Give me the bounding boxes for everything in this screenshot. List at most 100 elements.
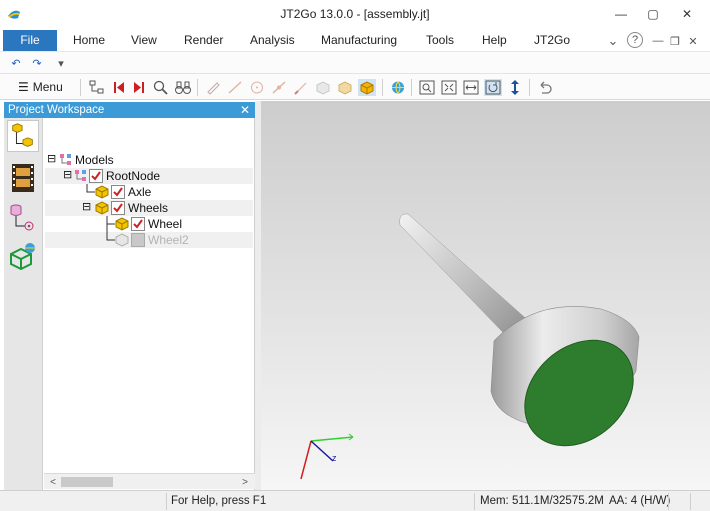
- tree-row-rootnode[interactable]: ⊟ RootNode: [45, 168, 253, 184]
- minimize-doc-icon[interactable]: —: [651, 32, 665, 50]
- measure-icon[interactable]: [270, 79, 288, 96]
- expander-icon[interactable]: ⊟: [82, 200, 91, 213]
- circle-markup-icon[interactable]: [248, 79, 266, 96]
- minimize-button[interactable]: —: [606, 4, 636, 24]
- panel-icon-column: [4, 118, 43, 490]
- part-select-icon[interactable]: [358, 79, 376, 96]
- undo-icon[interactable]: ↶: [9, 56, 23, 70]
- models-icon: [60, 154, 71, 165]
- tree-row-wheel[interactable]: Wheel: [45, 216, 253, 232]
- ribbon-tabs: File Home View Render Analysis Manufactu…: [0, 30, 710, 51]
- menu-button[interactable]: ☰ Menu: [18, 79, 63, 95]
- box-open-icon[interactable]: [336, 79, 354, 96]
- next-icon[interactable]: [130, 79, 148, 96]
- tree-row-wheels[interactable]: ⊟ Wheels: [45, 200, 253, 216]
- status-bar: For Help, press F1 Mem: 511.1M/32575.2M …: [0, 490, 710, 511]
- tab-manufacturing[interactable]: Manufacturing: [321, 30, 397, 51]
- previous-icon[interactable]: [110, 79, 128, 96]
- close-button[interactable]: ✕: [672, 4, 702, 24]
- wheel-shape[interactable]: [490, 306, 654, 467]
- rotate-icon[interactable]: [484, 79, 502, 96]
- part-disabled-icon: [115, 233, 129, 247]
- tree-row-models[interactable]: ⊟ Models: [45, 152, 253, 168]
- tab-view[interactable]: View: [131, 30, 157, 51]
- box-shaded-icon[interactable]: [314, 79, 332, 96]
- scroll-left-icon[interactable]: <: [46, 475, 60, 489]
- window-restore-icon[interactable]: ❐: [668, 32, 682, 50]
- tree-label: Wheel: [148, 217, 183, 231]
- axle-shape[interactable]: [399, 213, 532, 346]
- tree-row-axle[interactable]: Axle: [45, 184, 253, 200]
- fit-all-icon[interactable]: [440, 79, 458, 96]
- 3d-viewport[interactable]: z: [261, 101, 710, 490]
- triad-z-label: z: [332, 453, 337, 463]
- binoculars-icon[interactable]: [174, 79, 192, 96]
- assembly-tree-icon[interactable]: [88, 79, 106, 96]
- tab-file[interactable]: File: [3, 30, 57, 51]
- checkbox-checked-icon[interactable]: [111, 201, 125, 215]
- tree-label: Axle: [128, 185, 152, 199]
- checkbox-unchecked-icon[interactable]: [131, 233, 145, 247]
- globe-icon[interactable]: [389, 79, 407, 96]
- status-help-text: For Help, press F1: [171, 495, 267, 507]
- tab-tools[interactable]: Tools: [426, 30, 454, 51]
- toolbar-separator: [382, 79, 383, 96]
- tree-horizontal-scrollbar[interactable]: < >: [44, 473, 255, 489]
- tab-render[interactable]: Render: [184, 30, 223, 51]
- markup-icon[interactable]: [204, 79, 222, 96]
- expander-icon[interactable]: ⊟: [63, 168, 72, 181]
- checkbox-checked-icon[interactable]: [89, 169, 103, 183]
- tree-label: Wheels: [128, 201, 169, 215]
- expander-icon[interactable]: ⊟: [47, 152, 56, 165]
- chevron-down-icon[interactable]: ⌄: [606, 32, 620, 50]
- part-icon: [95, 185, 109, 199]
- tab-jt2go[interactable]: JT2Go: [534, 30, 570, 51]
- customize-qat-icon[interactable]: ▾: [54, 56, 68, 70]
- main-toolbar: ☰ Menu: [0, 74, 710, 100]
- line-icon[interactable]: [226, 79, 244, 96]
- film-strip-icon[interactable]: [7, 162, 39, 194]
- redo-icon[interactable]: ↷: [30, 56, 44, 70]
- toolbar-separator: [411, 79, 412, 96]
- undo-view-icon[interactable]: [536, 79, 554, 96]
- tree-label: Wheel2: [148, 233, 189, 247]
- zoom-window-icon[interactable]: [418, 79, 436, 96]
- toolbar-separator: [80, 79, 81, 96]
- tree-row-wheel2[interactable]: Wheel2: [45, 232, 253, 248]
- status-antialias: AA: 4 (H/W): [609, 495, 671, 507]
- cube-globe-icon[interactable]: [7, 240, 39, 272]
- pen-icon[interactable]: [292, 79, 310, 96]
- restore-button[interactable]: ▢: [638, 4, 668, 24]
- model-render: z: [300, 213, 654, 480]
- panel-title: Project Workspace: [8, 104, 105, 116]
- status-memory: Mem: 511.1M/32575.2M: [480, 495, 604, 507]
- subassembly-icon: [95, 201, 109, 215]
- close-doc-icon[interactable]: ✕: [686, 32, 700, 50]
- node-icon: [75, 170, 86, 181]
- hamburger-icon: ☰: [18, 80, 29, 94]
- title-bar: JT2Go 13.0.0 - [assembly.jt] — ▢ ✕: [0, 0, 710, 30]
- menu-label: Menu: [32, 80, 63, 94]
- tab-home[interactable]: Home: [73, 30, 105, 51]
- checkbox-checked-icon[interactable]: [111, 185, 125, 199]
- checkbox-checked-icon[interactable]: [131, 217, 145, 231]
- panel-close-icon[interactable]: ✕: [240, 102, 250, 118]
- status-separator: [474, 493, 475, 510]
- scroll-thumb[interactable]: [61, 477, 113, 487]
- help-icon[interactable]: ?: [627, 32, 643, 48]
- status-separator: [690, 493, 691, 510]
- zoom-vertical-icon[interactable]: [506, 79, 524, 96]
- part-icon: [115, 217, 129, 231]
- pan-icon[interactable]: [462, 79, 480, 96]
- scroll-right-icon[interactable]: >: [238, 475, 252, 489]
- tree-label: Models: [75, 153, 114, 167]
- status-separator: [166, 493, 167, 510]
- assembly-tree-tab-icon[interactable]: [7, 120, 39, 152]
- quick-access-toolbar: ↶ ↷ ▾: [0, 51, 710, 74]
- assembly-tree: ⊟ Models ⊟ RootNode Axle ⊟ Wheels Wheel …: [44, 118, 255, 490]
- tab-help[interactable]: Help: [482, 30, 507, 51]
- zoom-area-icon[interactable]: [152, 79, 170, 96]
- tab-analysis[interactable]: Analysis: [250, 30, 295, 51]
- database-tree-icon[interactable]: [7, 202, 39, 234]
- tree-connector: [106, 216, 115, 232]
